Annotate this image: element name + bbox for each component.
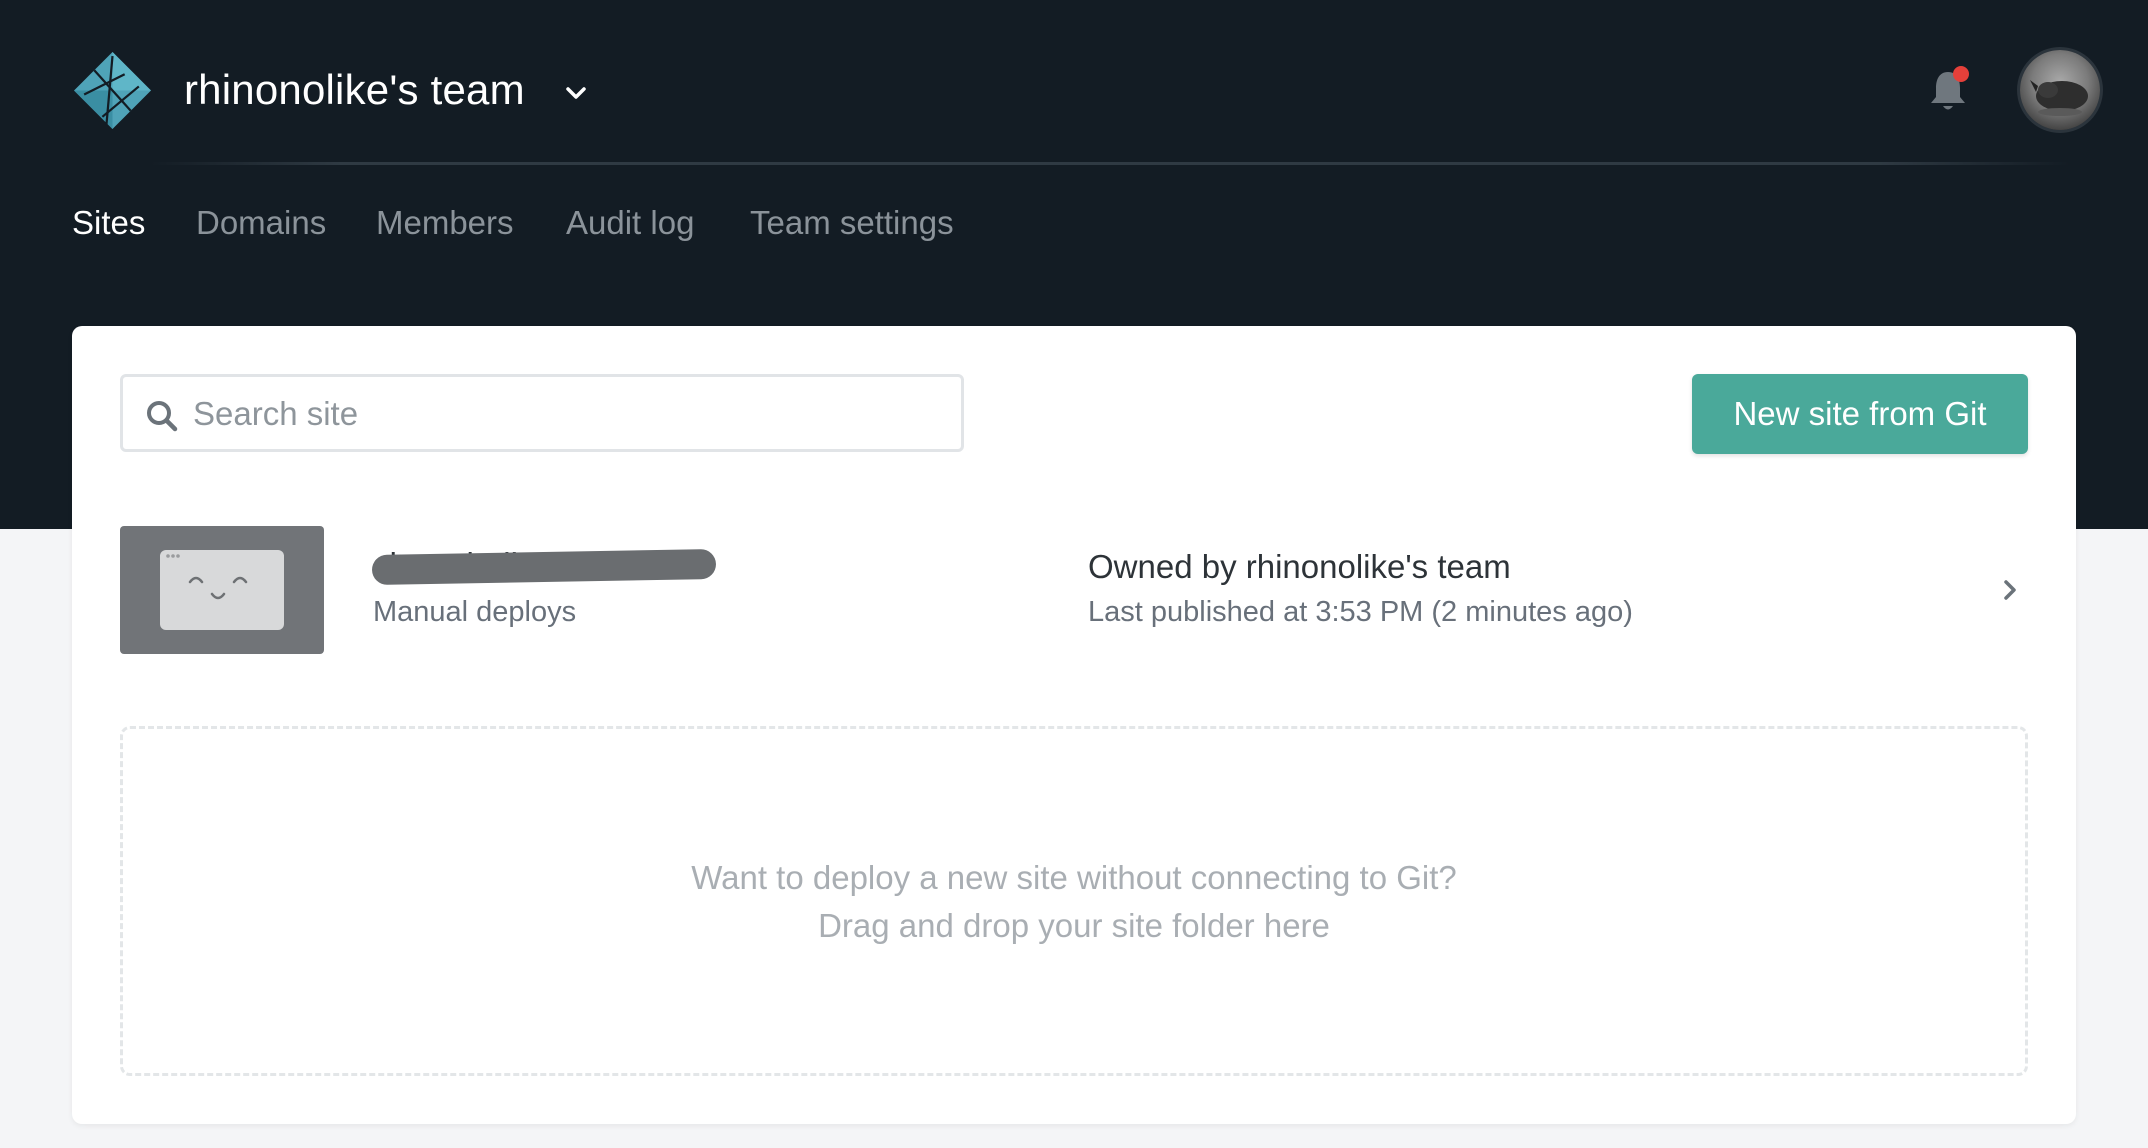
- redaction-scribble: [371, 549, 717, 585]
- drag-drop-zone[interactable]: Want to deploy a new site without connec…: [120, 726, 2028, 1076]
- chevron-down-icon[interactable]: [563, 81, 589, 105]
- site-owner: Owned by rhinonolike's team: [1088, 544, 1511, 590]
- netlify-logo[interactable]: [72, 50, 153, 131]
- dropzone-line-1: Want to deploy a new site without connec…: [691, 859, 1457, 896]
- team-name[interactable]: rhinonolike's team: [184, 64, 525, 116]
- tab-team-settings[interactable]: Team settings: [750, 200, 954, 246]
- site-owner-prefix: Owned by: [1088, 548, 1246, 585]
- search-box[interactable]: [120, 374, 964, 452]
- placeholder-window-icon: [160, 550, 284, 630]
- tab-members[interactable]: Members: [376, 200, 514, 246]
- chevron-right-icon[interactable]: [2000, 576, 2020, 604]
- notification-dot: [1953, 66, 1969, 82]
- tab-sites[interactable]: Sites: [72, 200, 145, 246]
- site-thumbnail[interactable]: [120, 526, 324, 654]
- avatar[interactable]: [2020, 50, 2100, 130]
- new-site-from-git-button[interactable]: New site from Git: [1692, 374, 2028, 454]
- search-input[interactable]: [191, 387, 935, 441]
- tab-domains[interactable]: Domains: [196, 200, 326, 246]
- site-row[interactable]: sharp-bell-49e588 Manual deploys Owned b…: [120, 526, 2028, 656]
- tab-audit-log[interactable]: Audit log: [566, 200, 694, 246]
- header-divider: [150, 162, 2070, 165]
- search-icon: [147, 401, 178, 432]
- site-owner-name: rhinonolike's team: [1245, 548, 1511, 585]
- dropzone-line-2: Drag and drop your site folder here: [818, 907, 1330, 944]
- avatar-image: [2030, 80, 2088, 116]
- site-deploy-type: Manual deploys: [373, 596, 577, 628]
- site-last-published: Last published at 3:53 PM (2 minutes ago…: [1088, 596, 1633, 628]
